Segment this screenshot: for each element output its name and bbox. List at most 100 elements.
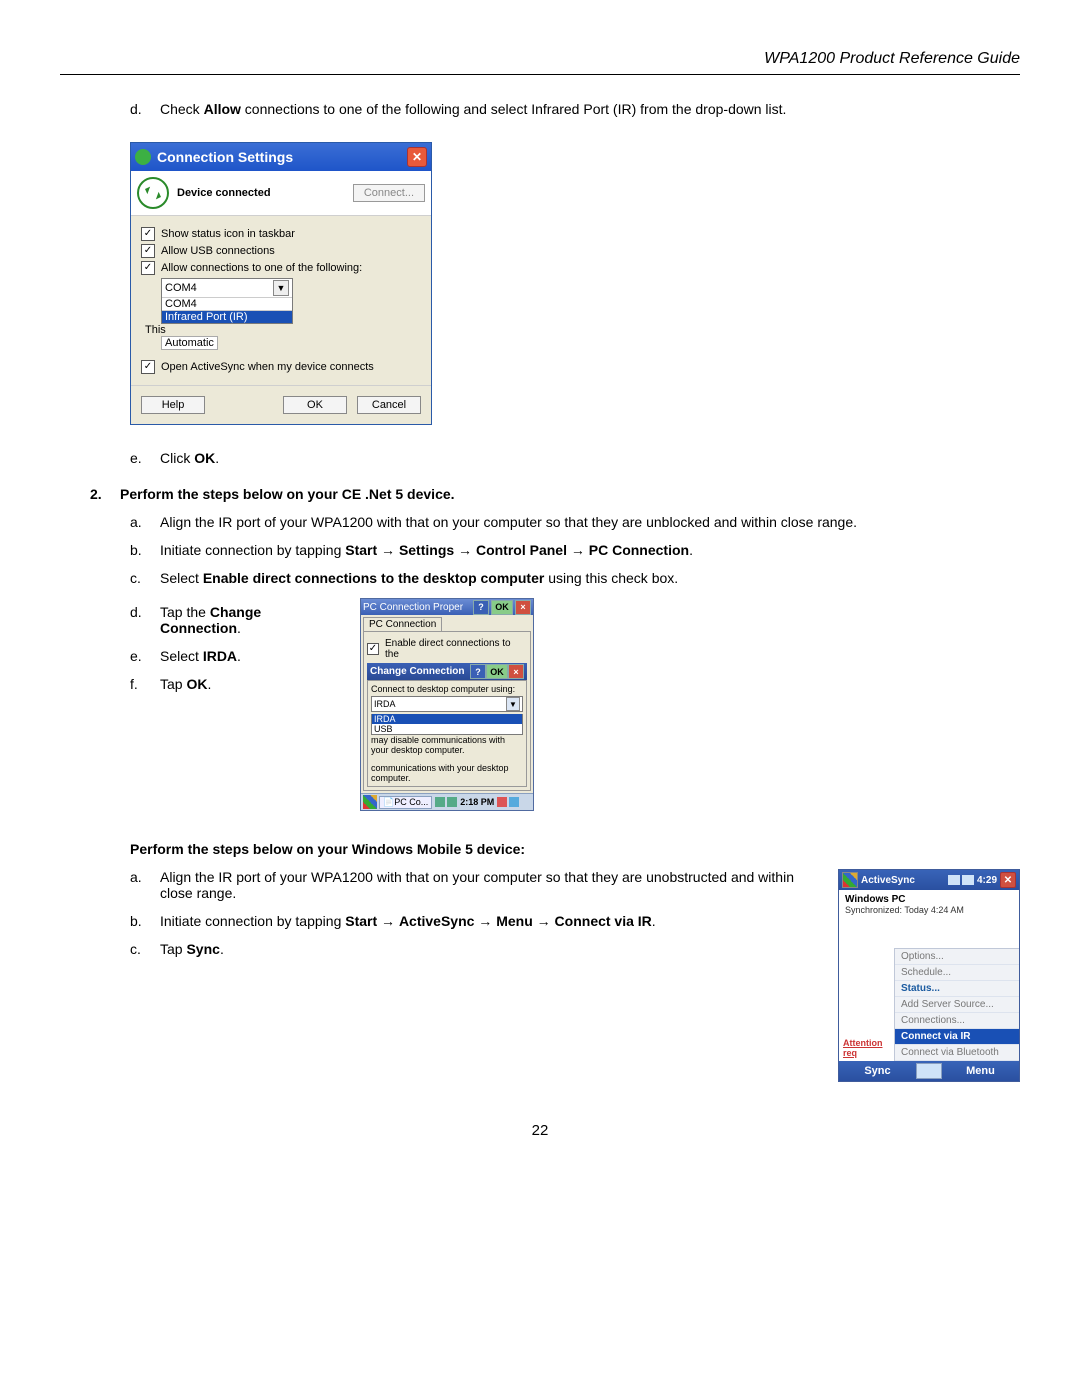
checkbox-icon[interactable]: ✓ <box>141 360 155 374</box>
start-flag-icon[interactable] <box>842 872 858 888</box>
win2-body: ✓ Enable direct connections to the Chang… <box>363 631 531 791</box>
keyboard-icon[interactable] <box>509 797 519 807</box>
combo-opt-com4[interactable]: COM4 <box>162 297 292 310</box>
checkbox-icon[interactable]: ✓ <box>141 261 155 275</box>
start-flag-icon[interactable] <box>363 795 377 809</box>
step-2e: e. Select IRDA. <box>130 648 340 664</box>
s3b-post: . <box>652 913 656 929</box>
menu-schedule[interactable]: Schedule... <box>895 965 1019 981</box>
cc-dropdown-list: IRDA USB <box>371 714 523 735</box>
step-3c: c. Tap Sync. <box>130 941 826 957</box>
s3c-post: . <box>220 941 224 957</box>
chevron-down-icon[interactable]: ▼ <box>273 280 289 296</box>
chk4-label: Open ActiveSync when my device connects <box>161 361 374 373</box>
side-auto: Automatic <box>161 336 218 350</box>
s3b-marker: b. <box>130 913 160 929</box>
win3-softkeys: Sync Menu <box>839 1061 1019 1081</box>
window-title: Connection Settings <box>157 149 293 165</box>
s2c-pre: Select <box>160 570 203 586</box>
win3-menu: Options... Schedule... Status... Add Ser… <box>894 948 1019 1061</box>
s2a-marker: a. <box>130 514 160 530</box>
arrow-icon: → <box>571 542 589 558</box>
cc-note2: communications with your desktop compute… <box>371 763 523 783</box>
cancel-button[interactable]: Cancel <box>357 396 421 414</box>
arrow-icon: → <box>377 913 399 929</box>
port-combobox[interactable]: COM4 ▼ COM4 Infrared Port (IR) <box>161 278 293 324</box>
window-titlebar: Connection Settings ✕ <box>131 143 431 171</box>
chk1-label: Show status icon in taskbar <box>161 228 295 240</box>
s2b-body: Initiate connection by tapping Start → S… <box>160 542 1020 558</box>
menu-connect-ir[interactable]: Connect via IR <box>895 1029 1019 1045</box>
ok-button[interactable]: OK <box>491 600 513 615</box>
enable-direct-row[interactable]: ✓ Enable direct connections to the <box>367 638 527 660</box>
attention-link[interactable]: Attention req <box>839 1036 894 1060</box>
help-icon[interactable]: ? <box>470 664 486 679</box>
checkbox-icon[interactable]: ✓ <box>367 643 379 655</box>
signal-icon <box>948 875 960 885</box>
activesync-icon <box>135 149 151 165</box>
menu-add-server[interactable]: Add Server Source... <box>895 997 1019 1013</box>
open-activesync-row[interactable]: ✓ Open ActiveSync when my device connect… <box>141 360 421 374</box>
show-status-row[interactable]: ✓ Show status icon in taskbar <box>141 227 421 241</box>
s3b-b2: ActiveSync <box>399 913 474 929</box>
menu-connect-bt[interactable]: Connect via Bluetooth <box>895 1045 1019 1061</box>
ok-button[interactable]: OK <box>283 396 347 414</box>
allow-usb-row[interactable]: ✓ Allow USB connections <box>141 244 421 258</box>
taskbar-clock: 2:18 PM <box>460 797 494 807</box>
arrow-icon: → <box>454 542 476 558</box>
menu-connections[interactable]: Connections... <box>895 1013 1019 1029</box>
taskbar-button[interactable]: 📄PC Co... <box>379 796 432 809</box>
button-row: Help OK Cancel <box>131 385 431 424</box>
s2d-marker: d. <box>130 604 160 636</box>
close-icon[interactable]: × <box>508 664 524 679</box>
step-e-marker: e. <box>130 450 160 466</box>
menu-options[interactable]: Options... <box>895 949 1019 965</box>
cc-combobox[interactable]: IRDA ▼ <box>371 696 523 712</box>
checkbox-icon[interactable]: ✓ <box>141 244 155 258</box>
combo-opt-ir[interactable]: Infrared Port (IR) <box>162 310 292 323</box>
menu-status[interactable]: Status... <box>895 981 1019 997</box>
close-icon[interactable]: × <box>515 600 531 615</box>
s2b-marker: b. <box>130 542 160 558</box>
enable-direct-label: Enable direct connections to the <box>385 638 527 660</box>
help-icon[interactable]: ? <box>473 600 489 615</box>
ok-button[interactable]: OK <box>486 664 508 679</box>
step-2-heading: 2. Perform the steps below on your CE .N… <box>90 486 1020 502</box>
activesync-mobile-window: ActiveSync 4:29 ✕ Windows PC Synchronize… <box>838 869 1020 1082</box>
checkbox-icon[interactable]: ✓ <box>141 227 155 241</box>
s2b-b2: Settings <box>399 542 454 558</box>
cc-selected: IRDA <box>374 699 396 709</box>
step-d-pre: Check <box>160 101 204 117</box>
wm5-heading: Perform the steps below on your Windows … <box>130 841 1020 857</box>
close-icon[interactable]: ✕ <box>1000 872 1016 888</box>
clock-label: 4:29 <box>977 875 997 886</box>
win2-taskbar: 📄PC Co... 2:18 PM <box>361 793 533 810</box>
help-button[interactable]: Help <box>141 396 205 414</box>
step-2d: d. Tap the Change Connection. <box>130 604 340 636</box>
step-2a: a. Align the IR port of your WPA1200 wit… <box>130 514 1020 530</box>
s3b-b1: Start <box>345 913 377 929</box>
keyboard-icon[interactable] <box>916 1063 942 1079</box>
s3b-b4: Connect via IR <box>555 913 652 929</box>
win3-body: Windows PC Synchronized: Today 4:24 AM <box>839 890 1019 948</box>
s3c-pre: Tap <box>160 941 186 957</box>
win3-title: ActiveSync <box>861 875 915 886</box>
s2b-b1: Start <box>345 542 377 558</box>
softkey-sync[interactable]: Sync <box>839 1065 916 1077</box>
connection-settings-window: Connection Settings ✕ Device connected C… <box>130 142 432 425</box>
windows-pc-label: Windows PC <box>845 894 1013 905</box>
chevron-down-icon[interactable]: ▼ <box>506 697 520 711</box>
step-3a: a. Align the IR port of your WPA1200 wit… <box>130 869 826 901</box>
signal-icon <box>962 875 974 885</box>
close-icon[interactable]: ✕ <box>407 147 427 167</box>
allow-following-row[interactable]: ✓ Allow connections to one of the follow… <box>141 261 421 275</box>
pc-connection-tab[interactable]: PC Connection <box>363 617 442 631</box>
side-this: This <box>145 324 421 336</box>
s2f-post: . <box>207 676 211 692</box>
s2a-text: Align the IR port of your WPA1200 with t… <box>160 514 1020 530</box>
cc-opt-irda[interactable]: IRDA <box>372 714 522 724</box>
win3-titlebar: ActiveSync 4:29 ✕ <box>839 870 1019 890</box>
connect-button[interactable]: Connect... <box>353 184 425 202</box>
softkey-menu[interactable]: Menu <box>942 1065 1019 1077</box>
cc-opt-usb[interactable]: USB <box>372 724 522 734</box>
